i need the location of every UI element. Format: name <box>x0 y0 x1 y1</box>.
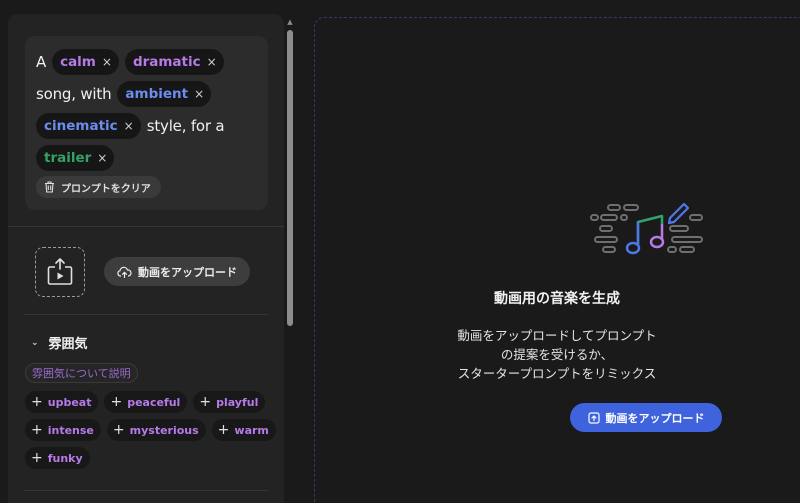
divider <box>24 314 268 315</box>
prompt-chip-trailer[interactable]: trailer × <box>36 145 115 171</box>
chevron-down-icon: ⌄ <box>31 337 39 348</box>
atmosphere-section-toggle[interactable]: ⌄ 雰囲気 <box>31 333 88 352</box>
chip-label: calm <box>60 54 96 70</box>
tag-intense[interactable]: + intense <box>25 419 101 441</box>
prompt-card: A calm × dramatic × song, with ambient ×… <box>25 36 268 210</box>
upload-video-icon <box>47 258 73 285</box>
plus-icon: + <box>31 394 43 410</box>
describe-atmosphere-chip[interactable]: 雰囲気について説明 <box>25 363 138 383</box>
tag-label: peaceful <box>127 395 181 409</box>
prompt-word: style, for a <box>146 117 225 135</box>
remove-chip-icon[interactable]: × <box>124 119 134 133</box>
prompt-chip-ambient[interactable]: ambient × <box>117 81 212 107</box>
main-description: 動画をアップロードしてプロンプト の提案を受けるか、 スタータープロンプトをリミ… <box>314 326 800 383</box>
atmosphere-tags-row: + intense + mysterious + warm <box>25 419 282 441</box>
main-title: 動画用の音楽を生成 <box>494 291 620 307</box>
upload-video-label: 動画をアップロード <box>138 265 237 279</box>
tag-label: playful <box>216 395 259 409</box>
upload-video-dropzone[interactable] <box>35 247 85 297</box>
remove-chip-icon[interactable]: × <box>194 87 204 101</box>
music-illustration-icon <box>590 202 703 255</box>
prompt-line-4: trailer × <box>36 142 258 174</box>
plus-icon: + <box>31 450 43 466</box>
main-description-line: の提案を受けるか、 <box>500 347 614 362</box>
chip-label: trailer <box>44 150 92 166</box>
tag-funky[interactable]: + funky <box>25 447 90 469</box>
tag-peaceful[interactable]: + peaceful <box>104 391 188 413</box>
prompt-chip-calm[interactable]: calm × <box>52 49 119 75</box>
chip-label: dramatic <box>132 54 201 70</box>
remove-chip-icon[interactable]: × <box>207 55 217 69</box>
atmosphere-tags-row: + upbeat + peaceful + playful <box>25 391 271 413</box>
main-upload-video-button[interactable]: 動画をアップロード <box>570 403 722 432</box>
upload-icon <box>587 411 600 424</box>
prompt-word: A <box>36 53 47 71</box>
prompt-line-1: A calm × dramatic × <box>36 46 258 78</box>
atmosphere-title: 雰囲気 <box>48 337 88 352</box>
tag-mysterious[interactable]: + mysterious <box>106 419 206 441</box>
left-panel-scrollbar[interactable]: ▲ <box>286 18 294 503</box>
atmosphere-tags-row: + funky <box>25 447 96 469</box>
chip-label: ambient <box>125 86 189 102</box>
divider <box>8 226 284 227</box>
prompt-panel: A calm × dramatic × song, with ambient ×… <box>8 14 284 503</box>
plus-icon: + <box>217 422 230 438</box>
tag-playful[interactable]: + playful <box>193 391 266 413</box>
trash-icon <box>45 181 54 193</box>
video-dropzone[interactable] <box>314 17 800 503</box>
tag-warm[interactable]: + warm <box>211 419 276 441</box>
main-description-line: 動画をアップロードしてプロンプト <box>457 328 657 343</box>
plus-icon: + <box>112 422 125 438</box>
plus-icon: + <box>199 394 212 410</box>
prompt-line-2: song, with ambient × <box>36 78 258 110</box>
plus-icon: + <box>110 394 123 410</box>
scroll-thumb[interactable] <box>287 30 293 326</box>
tag-label: intense <box>47 423 94 437</box>
tag-upbeat[interactable]: + upbeat <box>25 391 99 413</box>
tag-label: mysterious <box>129 423 199 437</box>
plus-icon: + <box>31 422 43 438</box>
clear-prompt-label: プロンプトをクリア <box>61 183 151 195</box>
chip-label: cinematic <box>44 118 118 134</box>
prompt-chip-dramatic[interactable]: dramatic × <box>124 49 224 75</box>
clear-prompt-button[interactable]: プロンプトをクリア <box>36 176 161 198</box>
prompt-line-3: cinematic × style, for a <box>36 110 258 142</box>
divider <box>24 490 268 491</box>
cloud-upload-icon <box>117 266 132 278</box>
scroll-up-icon[interactable]: ▲ <box>286 18 294 26</box>
prompt-chip-cinematic[interactable]: cinematic × <box>36 113 141 139</box>
tag-label: funky <box>47 451 83 465</box>
upload-video-button[interactable]: 動画をアップロード <box>104 257 250 286</box>
remove-chip-icon[interactable]: × <box>102 55 112 69</box>
remove-chip-icon[interactable]: × <box>97 151 107 165</box>
tag-label: warm <box>234 423 269 437</box>
prompt-word: song, with <box>36 85 112 103</box>
main-upload-label: 動画をアップロード <box>605 411 705 425</box>
tag-label: upbeat <box>47 395 92 409</box>
main-description-line: スタータープロンプトをリミックス <box>457 366 657 381</box>
